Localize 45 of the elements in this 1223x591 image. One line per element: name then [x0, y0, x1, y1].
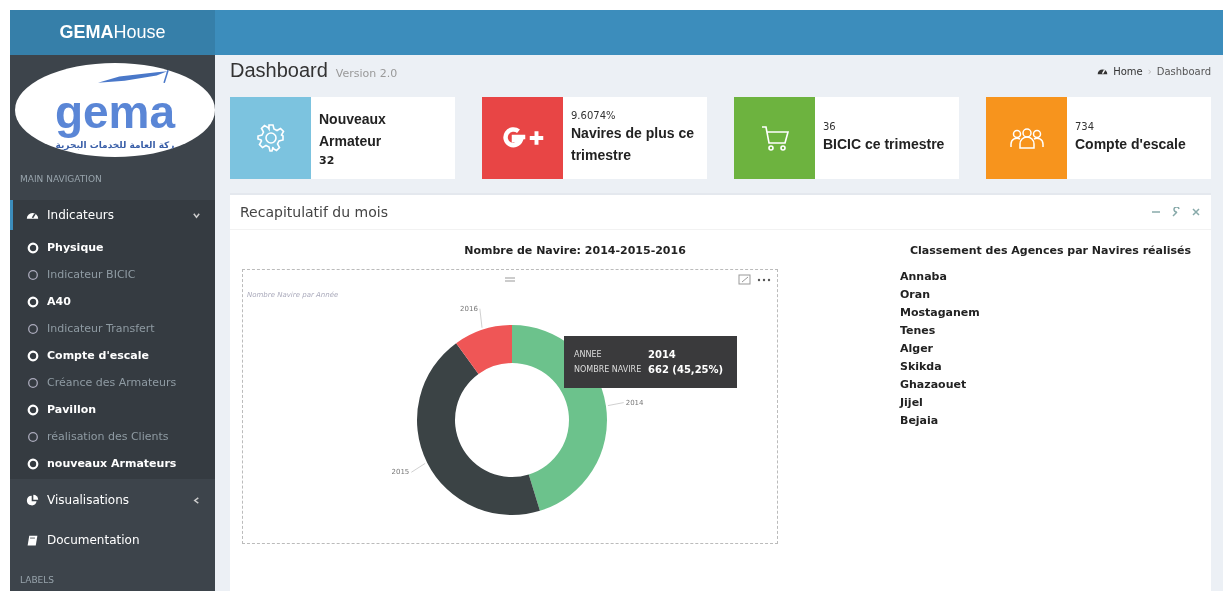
info-box-value: 32 — [319, 154, 336, 168]
version-label: Version 2.0 — [335, 67, 398, 80]
breadcrumb-link[interactable]: Home — [1113, 66, 1143, 77]
ranking-title: Classement des Agences par Navires réalisés — [908, 244, 1193, 257]
nav-subitem[interactable]: réalisation des Clients — [10, 423, 215, 450]
nav-item[interactable]: Indicateurs — [10, 200, 215, 230]
agency-name: Jijel — [900, 395, 924, 411]
info-box-number: 36 — [823, 120, 837, 132]
nav-subitem[interactable]: Compte d'escale — [10, 342, 215, 369]
chart-title: Nombre de Navire: 2014-2015-2016 — [463, 244, 687, 259]
agency-name: Tenes — [900, 323, 937, 339]
nav-item[interactable]: Visualisations — [10, 485, 215, 515]
agency-name: Bejaia — [900, 413, 940, 429]
agency-name: Ghazaouet — [900, 377, 968, 393]
nav-header: LABELS — [19, 574, 55, 587]
tooltip-label: NOMBRE NAVIRE — [574, 365, 643, 374]
info-box-title: Nouveaux Armateur — [319, 109, 387, 151]
agency-name: Annaba — [900, 269, 948, 285]
nav-subitem[interactable]: Physique — [10, 234, 215, 261]
nav-subitem[interactable]: A40 — [10, 288, 215, 315]
agency-name: Mostaganem — [900, 305, 981, 321]
tooltip-value: 662 (45,25%) — [648, 364, 724, 375]
tooltip-label: ANNEE — [574, 350, 603, 359]
tooltip-value: 2014 — [648, 349, 676, 360]
brand-logo[interactable]: GEMAHouse — [10, 10, 215, 55]
info-box-title: Compte d'escale — [1075, 134, 1186, 154]
breadcrumb-link[interactable]: Dashboard — [1156, 66, 1211, 77]
info-box-title: BICIC ce trimestre — [823, 134, 945, 154]
info-box-title: Navires de plus ce trimestre — [571, 123, 695, 165]
breadcrumb-separator: › — [1147, 66, 1152, 77]
nav-header: MAIN NAVIGATION — [19, 173, 103, 186]
nav-subitem[interactable]: Indicateur BICIC — [10, 261, 215, 288]
nav-subitem[interactable]: Indicateur Transfert — [10, 315, 215, 342]
nav-subitem[interactable]: Pavillon — [10, 396, 215, 423]
page-title: Dashboard — [230, 59, 328, 82]
nav-subitem[interactable]: nouveaux Armateurs — [10, 450, 215, 477]
nav-item[interactable]: Documentation — [10, 525, 215, 555]
info-box-number: 734 — [1075, 120, 1096, 132]
nav-subitem[interactable]: Créance des Armateurs — [10, 369, 215, 396]
logo-name: gema — [54, 84, 176, 139]
agency-name: Alger — [900, 341, 935, 357]
agency-name: Oran — [900, 287, 932, 303]
agency-name: Skikda — [900, 359, 943, 375]
panel-title: Recapitulatif du mois — [240, 204, 388, 220]
info-box-number: 9.6074% — [571, 109, 617, 121]
